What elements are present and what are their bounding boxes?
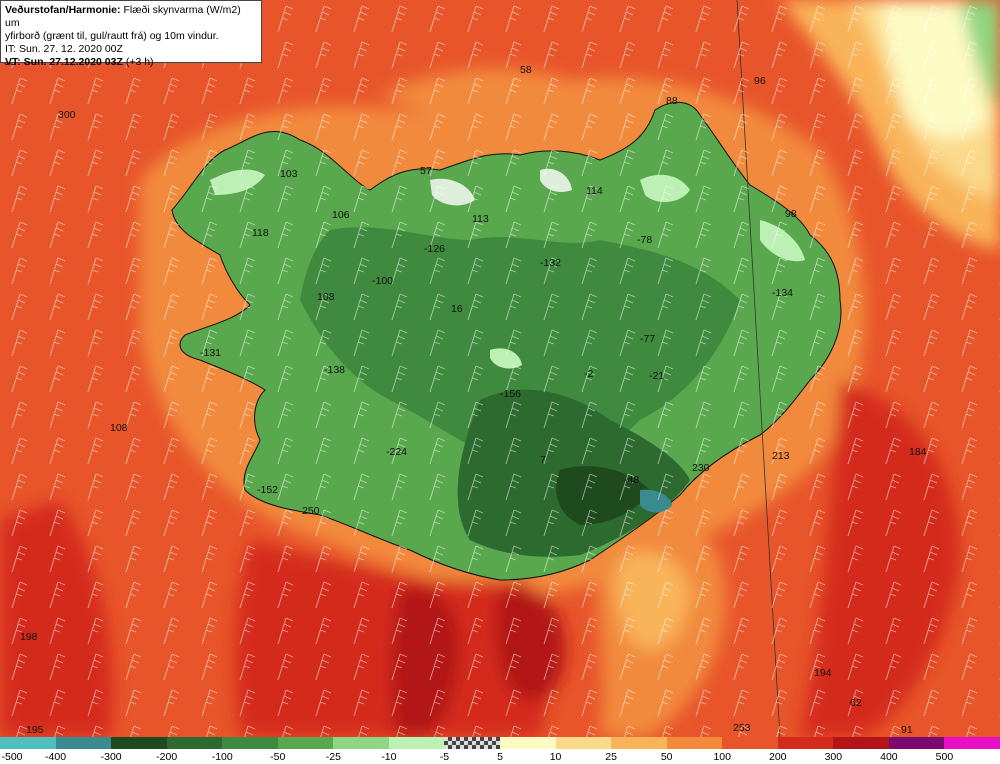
heat-flux-map xyxy=(0,0,1000,737)
legend-swatch xyxy=(111,737,168,749)
legend-label: 200 xyxy=(769,751,787,763)
legend-label: 400 xyxy=(880,751,898,763)
map-value-label: -224 xyxy=(386,446,408,458)
map-value-label: 194 xyxy=(814,667,832,679)
map-value-label: 108 xyxy=(317,291,335,303)
init-time: IT: Sun. 27. 12. 2020 00Z xyxy=(5,43,123,55)
map-value-label: -131 xyxy=(200,347,222,359)
legend-label: -50 xyxy=(270,751,286,763)
legend-swatch xyxy=(166,737,223,749)
map-value-label: -21 xyxy=(649,370,665,382)
map-value-label: 118 xyxy=(252,227,269,239)
map-value-label: 300 xyxy=(58,109,76,121)
map-value-label: 16 xyxy=(451,303,463,315)
legend-swatch xyxy=(611,737,668,749)
valid-time-line: VT: Sun. 27.12.2020 03Z (+3 h) xyxy=(5,56,257,69)
legend-swatch xyxy=(777,737,834,749)
legend-swatch xyxy=(444,737,501,749)
legend-swatch xyxy=(666,737,723,749)
map-value-label: 88 xyxy=(666,95,678,107)
legend-label: -10 xyxy=(381,751,397,763)
map-value-label: -48 xyxy=(624,474,640,486)
legend-label: -25 xyxy=(325,751,341,763)
map-value-label: 195 xyxy=(26,724,44,736)
map-value-label: 198 xyxy=(20,631,38,643)
legend-label: -400 xyxy=(45,751,67,763)
info-box: Veðurstofan/Harmonie: Flæði skynvarma (W… xyxy=(0,0,262,68)
legend-swatch xyxy=(0,737,57,749)
legend-label: 100 xyxy=(713,751,731,763)
legend-swatch xyxy=(500,737,557,749)
legend-label: 5 xyxy=(497,751,503,763)
map-value-label: 103 xyxy=(280,168,298,180)
legend-swatch xyxy=(944,737,1000,749)
legend-swatch xyxy=(555,737,612,749)
map-value-label: -134 xyxy=(772,287,794,299)
legend-swatch xyxy=(277,737,334,749)
map-value-label: 57 xyxy=(420,165,432,177)
info-title-line: Veðurstofan/Harmonie: Flæði skynvarma (W… xyxy=(5,4,257,30)
map-value-label: 106 xyxy=(332,209,350,221)
map-value-label: 230 xyxy=(692,462,710,474)
map-value-label: 98 xyxy=(785,208,797,220)
map-value-label: -78 xyxy=(637,234,653,246)
legend-label: -5 xyxy=(439,751,450,763)
legend-label: 50 xyxy=(660,751,673,763)
legend-swatch xyxy=(722,737,779,749)
map-value-label: -138 xyxy=(324,364,346,376)
legend-label: -200 xyxy=(156,751,178,763)
legend-swatch xyxy=(333,737,390,749)
legend-swatch xyxy=(888,737,945,749)
map-subtitle: yfirborð (grænt til, gul/rautt frá) og 1… xyxy=(5,30,219,42)
map-value-label: 184 xyxy=(909,446,927,458)
legend-label: -100 xyxy=(211,751,233,763)
map-value-label: 114 xyxy=(586,185,603,197)
map-value-label: 250 xyxy=(302,505,320,517)
map-value-label: 113 xyxy=(472,213,489,225)
map-value-label: -156 xyxy=(500,388,522,400)
legend-label: 10 xyxy=(549,751,562,763)
valid-time: VT: Sun. 27.12.2020 03Z xyxy=(5,56,123,68)
map-value-label: 108 xyxy=(110,422,128,434)
map-value-label: 213 xyxy=(772,450,790,462)
legend-label: 25 xyxy=(605,751,617,763)
legend-swatch xyxy=(833,737,890,749)
map-value-label: 62 xyxy=(850,697,862,709)
legend-swatch xyxy=(388,737,445,749)
map-value-label: 96 xyxy=(754,75,766,87)
source-label: Veðurstofan/Harmonie: xyxy=(5,4,121,16)
color-legend: -500 -400 -300 -200 -100 -50 -25 -10 -5 5 10 25 50 10… xyxy=(0,737,1000,764)
map-value-label: -77 xyxy=(640,333,656,345)
legend-swatch xyxy=(55,737,112,749)
legend-label: 500 xyxy=(935,751,954,763)
legend-label: -300 xyxy=(100,751,122,763)
map-value-label: -100 xyxy=(372,275,394,287)
map-value-label: -132 xyxy=(540,257,562,269)
map-value-label: -152 xyxy=(257,484,279,496)
map-value-label: -2 xyxy=(584,368,594,380)
legend-label: -500 xyxy=(1,751,23,763)
legend-swatch xyxy=(222,737,279,749)
map-value-label: -126 xyxy=(424,243,446,255)
map-value-label: 253 xyxy=(733,722,751,734)
map-value-label: 7 xyxy=(540,454,546,466)
forecast-offset: (+3 h) xyxy=(125,56,154,68)
map-value-label: 91 xyxy=(901,724,913,736)
legend-label: 300 xyxy=(824,751,843,763)
map-value-label: 58 xyxy=(520,64,532,76)
